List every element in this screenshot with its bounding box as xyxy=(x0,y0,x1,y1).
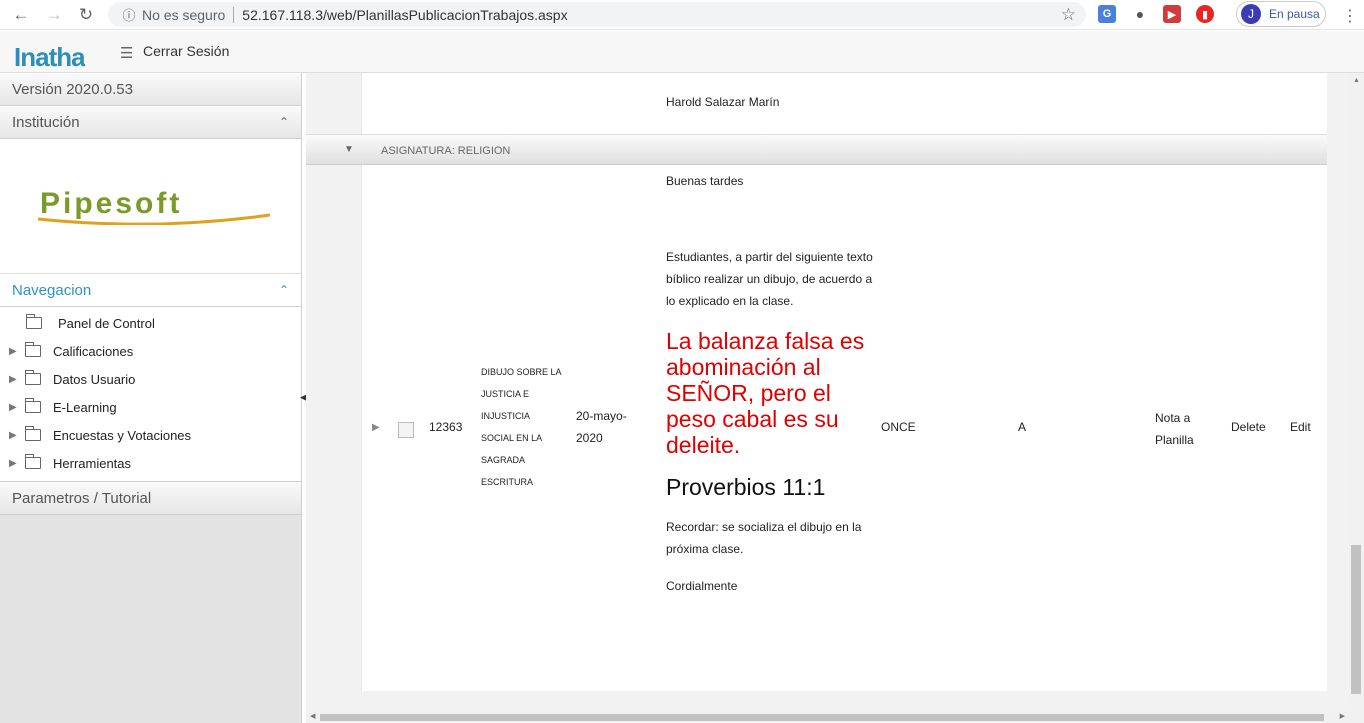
work-title: DIBUJO SOBRE LA JUSTICIA E INJUSTICIA SO… xyxy=(481,367,562,487)
reminder-text: Recordar: se socializa el dibujo en la p… xyxy=(666,520,862,556)
nav-item-label: Encuestas y Votaciones xyxy=(53,427,192,443)
delete-link[interactable]: Delete xyxy=(1231,420,1266,434)
main-content: Harold Salazar Marín ▼ ASIGNATURA: RELIG… xyxy=(306,73,1349,713)
forward-icon[interactable]: → xyxy=(40,1,68,29)
sidebar: Versión 2020.0.53 Institución ⌃ Pipesoft… xyxy=(0,73,302,723)
logout-link[interactable]: Cerrar Sesión xyxy=(143,43,229,59)
adblock-extension-icon[interactable]: ▮ xyxy=(1196,5,1214,23)
scroll-up-icon[interactable]: ▲ xyxy=(1353,77,1360,84)
expand-row-icon[interactable]: ▶ xyxy=(372,422,380,433)
address-bar[interactable]: ⓘ No es seguro 52.167.118.3/web/Planilla… xyxy=(108,2,1086,27)
folder-icon xyxy=(25,426,41,441)
institution-logo: Pipesoft xyxy=(38,187,270,225)
translate-extension-icon[interactable]: G xyxy=(1098,5,1116,23)
hamburger-icon[interactable]: ☰ xyxy=(120,44,133,62)
greeting-text: Buenas tardes xyxy=(666,174,744,188)
profile-status: En pausa xyxy=(1269,7,1320,21)
security-label: No es seguro xyxy=(142,6,226,23)
folder-icon xyxy=(25,342,41,357)
nav-item-label: Herramientas xyxy=(53,455,132,471)
app-logo: Inatha xyxy=(14,42,85,72)
expand-arrow-icon[interactable]: ▶ xyxy=(9,346,21,357)
chevron-up-icon[interactable]: ⌃ xyxy=(279,283,289,297)
folder-icon xyxy=(25,454,41,469)
verse-text: La balanza falsa es abominación al SEÑOR… xyxy=(666,328,865,458)
expand-arrow-icon[interactable]: ▶ xyxy=(9,402,21,413)
scrollbar-thumb[interactable] xyxy=(320,714,1324,721)
scrollbar-thumb[interactable] xyxy=(1351,545,1361,694)
grid-gutter-right xyxy=(1327,73,1349,691)
profile-button[interactable]: J En pausa xyxy=(1236,1,1326,27)
media-extension-icon[interactable]: ▶ xyxy=(1163,5,1181,23)
scroll-right-icon[interactable]: ▶ xyxy=(1340,712,1345,720)
nav-item-label: Panel de Control xyxy=(58,315,155,331)
institution-header[interactable]: Institución ⌃ xyxy=(0,106,301,139)
browser-menu-icon[interactable]: ⋮ xyxy=(1342,6,1358,26)
institution-panel: Pipesoft xyxy=(0,139,301,274)
instructions-text: Estudiantes, a partir del siguiente text… xyxy=(666,250,873,308)
vertical-scrollbar[interactable]: ▲ xyxy=(1349,73,1364,723)
folder-icon xyxy=(25,398,41,413)
teacher-name: Harold Salazar Marín xyxy=(666,95,780,109)
bookmark-star-icon[interactable]: ☆ xyxy=(1061,5,1076,25)
grade-cell: ONCE xyxy=(881,420,916,434)
nav-item-calificaciones[interactable]: ▶ Calificaciones xyxy=(0,337,301,365)
work-date: 20-mayo-2020 xyxy=(576,409,627,445)
navigation-header[interactable]: Navegacion ⌃ xyxy=(0,274,301,307)
version-label: Versión 2020.0.53 xyxy=(0,73,301,106)
nav-item-panel-control[interactable]: Panel de Control xyxy=(0,309,301,337)
navigation-tree: Panel de Control ▶ Calificaciones ▶ Dato… xyxy=(0,307,301,482)
params-header[interactable]: Parametros / Tutorial xyxy=(0,482,301,515)
navigation-title: Navegacion xyxy=(12,282,92,299)
work-description: Buenas tardes Estudiantes, a partir del … xyxy=(666,170,876,597)
expand-arrow-icon[interactable]: ▶ xyxy=(9,374,21,385)
group-header-row[interactable]: ▼ ASIGNATURA: RELIGION xyxy=(306,134,1327,165)
closing-text: Cordialmente xyxy=(666,579,738,593)
horizontal-scrollbar[interactable]: ◀ ▶ xyxy=(306,711,1349,723)
scroll-left-icon[interactable]: ◀ xyxy=(310,712,315,720)
edit-link[interactable]: Edit xyxy=(1290,420,1311,434)
nav-item-encuestas[interactable]: ▶ Encuestas y Votaciones xyxy=(0,421,301,449)
row-image-icon xyxy=(398,422,414,438)
nav-item-e-learning[interactable]: ▶ E-Learning xyxy=(0,393,301,421)
nav-item-label: Datos Usuario xyxy=(53,371,136,387)
work-code: 12363 xyxy=(429,420,463,434)
browser-toolbar: ← → ↻ ⓘ No es seguro 52.167.118.3/web/Pl… xyxy=(0,0,1364,30)
verse-reference: Proverbios 11:1 xyxy=(666,474,826,500)
collapse-group-icon[interactable]: ▼ xyxy=(344,144,354,155)
divider xyxy=(233,6,235,23)
nota-planilla-link[interactable]: Nota a Planilla xyxy=(1155,407,1207,451)
bulb-extension-icon[interactable]: ● xyxy=(1131,5,1149,23)
group-label: ASIGNATURA: RELIGION xyxy=(381,145,511,157)
folder-icon xyxy=(25,370,41,385)
nav-item-label: Calificaciones xyxy=(53,343,134,359)
url-text[interactable]: 52.167.118.3/web/PlanillasPublicacionTra… xyxy=(242,7,567,23)
chevron-up-icon[interactable]: ⌃ xyxy=(279,115,289,129)
app-header: Inatha ☰ Cerrar Sesión xyxy=(0,31,1364,73)
reload-icon[interactable]: ↻ xyxy=(72,1,100,29)
grid-gutter xyxy=(306,73,362,691)
avatar: J xyxy=(1241,4,1261,24)
grid-footer xyxy=(306,691,1349,713)
folder-icon xyxy=(26,314,42,329)
institution-title: Institución xyxy=(12,114,80,131)
nav-item-herramientas[interactable]: ▶ Herramientas xyxy=(0,449,301,477)
institution-logo-text: Pipesoft xyxy=(40,187,182,220)
section-cell: A xyxy=(1018,420,1027,434)
info-icon[interactable]: ⓘ xyxy=(116,5,142,24)
nav-item-label: E-Learning xyxy=(53,399,117,415)
nav-item-datos-usuario[interactable]: ▶ Datos Usuario xyxy=(0,365,301,393)
expand-arrow-icon[interactable]: ▶ xyxy=(9,458,21,469)
back-icon[interactable]: ← xyxy=(7,1,35,29)
expand-arrow-icon[interactable]: ▶ xyxy=(9,430,21,441)
